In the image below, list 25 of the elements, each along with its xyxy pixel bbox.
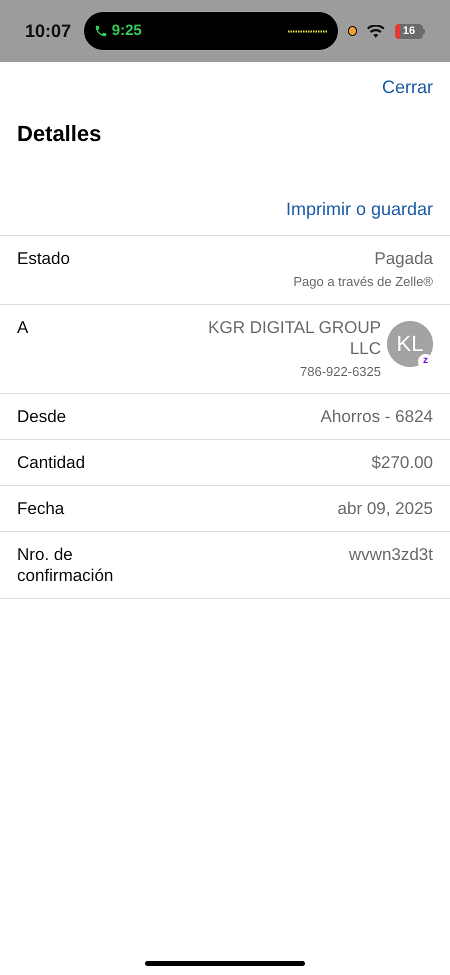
field-value: $270.00 [372,452,433,473]
page-title: Detalles [16,120,102,148]
field-label: Nro. de confirmación [17,544,114,586]
battery-icon: 16 [395,24,425,38]
privacy-indicator-icon [348,26,358,36]
call-pill[interactable]: 9:25 [84,12,338,50]
field-label: Estado [17,248,71,269]
waveform-icon [288,30,328,32]
field-value: KGR DIGITAL GROUP LLC [207,316,381,358]
field-value: Pagada [374,248,433,269]
field-value: abr 09, 2025 [338,498,433,519]
field-value: wvwn3zd3t [348,544,433,565]
close-button[interactable]: Cerrar [382,74,433,101]
field-label: Fecha [17,498,66,519]
field-label: Cantidad [17,452,86,473]
call-duration: 9:25 [112,20,142,41]
field-value: Ahorros - 6824 [320,406,433,427]
status-time: 10:07 [25,20,72,42]
field-label: Desde [17,406,68,427]
print-link[interactable]: Imprimir o guardar [286,196,433,223]
field-label: A [17,316,30,338]
field-subtext: 786-922-6325 [300,362,381,380]
wifi-icon [367,24,385,38]
phone-icon [94,24,108,38]
field-subtext: Pago a través de Zelle® [293,273,433,291]
